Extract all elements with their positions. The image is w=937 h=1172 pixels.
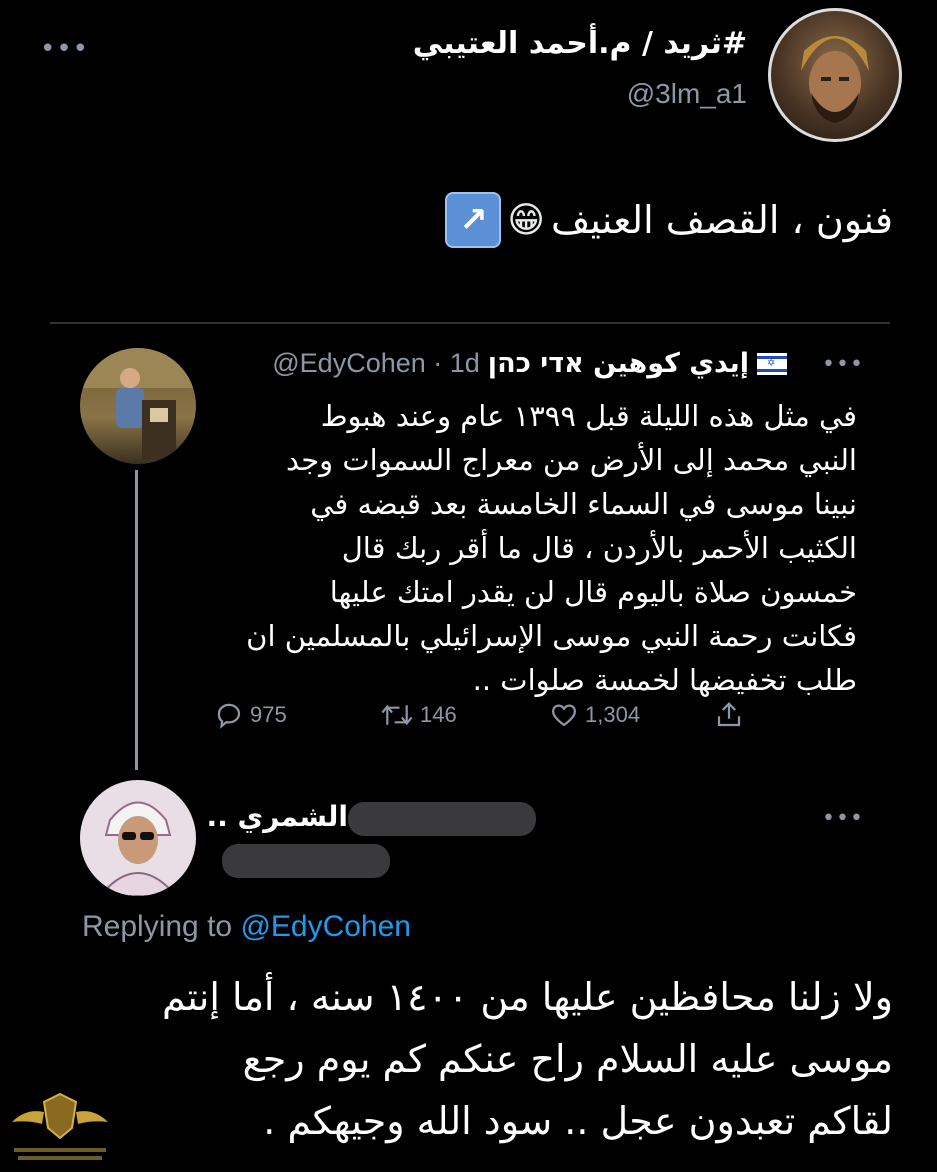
cartoon-portrait-icon: [98, 801, 178, 896]
main-author-avatar[interactable]: [768, 8, 902, 142]
quoted-author-avatar[interactable]: [80, 348, 196, 464]
quoted-header: @EdyCohen · 1d إيدي كوهين אדי כהן ✡: [272, 348, 787, 379]
reply-display-name[interactable]: الشمري ..: [207, 800, 348, 833]
main-tweet-text-row: فنون ، القصف العنيف 😁 ↗: [445, 192, 893, 248]
thread-line: [135, 470, 138, 770]
quoted-display-name[interactable]: إيدي كوهين אדי כהן: [488, 348, 749, 379]
quoted-line: فكانت رحمة النبي موسى الإسرائيلي بالمسلم…: [246, 619, 857, 653]
reply-icon: [217, 703, 241, 729]
quoted-line: النبي محمد إلى الأرض من معراج السموات وج…: [286, 443, 857, 477]
quoted-tweet-body: في مثل هذه الليلة قبل ١٣٩٩ عام وعند هبوط…: [197, 394, 857, 702]
winged-shield-icon: [12, 1092, 108, 1160]
reply-action[interactable]: 975: [214, 700, 287, 730]
forum-watermark-logo: [8, 1088, 112, 1168]
quoted-line: خمسون صلاة باليوم قال لن يقدر امتك عليها: [329, 575, 857, 609]
quoted-line: في مثل هذه الليلة قبل ١٣٩٩ عام وعند هبوط: [320, 399, 857, 433]
reply-line: موسى عليه السلام راح عنكم كم يوم رجع: [242, 1037, 893, 1081]
quoted-line: نبينا موسى في السماء الخامسة بعد قبضه في: [310, 487, 857, 521]
reply-more-button[interactable]: •••: [822, 806, 864, 831]
quoted-handle-time[interactable]: @EdyCohen · 1d: [272, 348, 480, 379]
share-action[interactable]: [714, 700, 744, 730]
israel-flag-icon: ✡: [757, 352, 787, 375]
arrow-up-right-icon: ↗: [445, 192, 502, 248]
reply-line: ولا زلنا محافظين عليها من ١٤٠٠ سنه ، أما…: [162, 975, 893, 1019]
main-tweet-text: فنون ، القصف العنيف: [550, 198, 893, 242]
retweet-icon: [381, 704, 413, 726]
warrior-portrait-icon: [801, 36, 869, 123]
speaker-photo-icon: [80, 348, 196, 460]
main-display-name[interactable]: #ثريد / م.أحمد العتيبي: [413, 26, 747, 61]
replying-to-link[interactable]: @EdyCohen: [240, 910, 411, 943]
reply-tweet-body: ولا زلنا محافظين عليها من ١٤٠٠ سنه ، أما…: [33, 966, 893, 1152]
reply-count: 975: [250, 702, 287, 727]
quoted-more-button[interactable]: •••: [822, 352, 864, 377]
heart-icon: [551, 704, 577, 727]
main-more-button[interactable]: •••: [40, 34, 89, 64]
reply-author-avatar[interactable]: [80, 780, 196, 896]
like-count: 1,304: [585, 702, 641, 727]
quoted-line: الكثيب الأحمر بالأردن ، قال ما أقر ربك ق…: [341, 531, 857, 565]
like-action[interactable]: 1,304: [549, 700, 640, 730]
grin-emoji-icon: 😁: [507, 199, 545, 241]
retweet-action[interactable]: 146: [380, 700, 457, 730]
share-icon: [717, 702, 741, 727]
blurred-name-redaction: [348, 802, 536, 836]
blurred-handle-redaction: [222, 844, 390, 878]
reply-line: لقاكم تعبدون عجل .. سود الله وجيهكم .: [263, 1099, 893, 1143]
quoted-line: طلب تخفيضها لخمسة صلوات ..: [472, 663, 857, 697]
replying-prefix: Replying to: [82, 910, 233, 943]
retweet-count: 146: [420, 702, 457, 727]
divider: [50, 322, 890, 324]
main-handle[interactable]: @3lm_a1: [627, 78, 747, 110]
replying-to-line: Replying to @EdyCohen: [82, 910, 411, 944]
